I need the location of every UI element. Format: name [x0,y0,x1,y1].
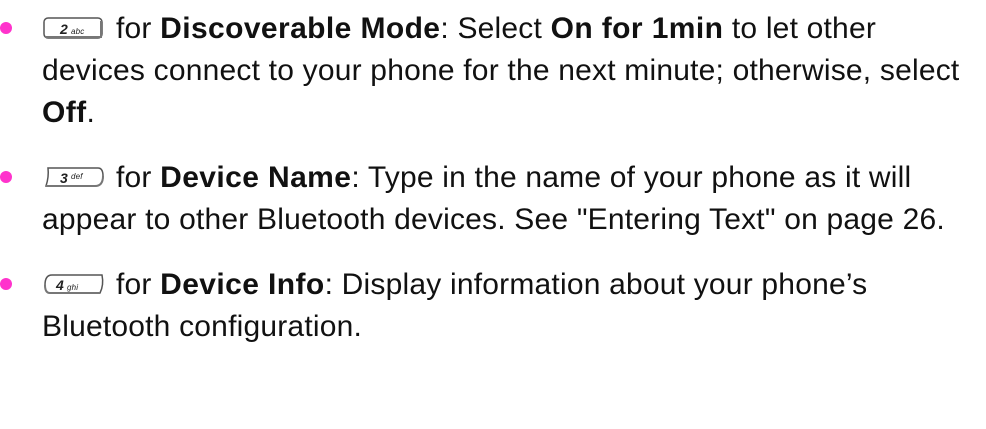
svg-text:4: 4 [55,277,64,293]
svg-text:abc: abc [71,27,85,36]
4ghi-key-icon: 4 ghi [42,271,106,297]
bullet-dot [0,22,12,34]
svg-text:2: 2 [59,21,68,37]
svg-text:def: def [71,172,83,181]
option-on-for-1min: On for 1min [550,12,724,45]
term-discoverable-mode: Discoverable Mode [160,12,441,45]
item-text: : Select [440,12,551,45]
bullet-dot [0,278,12,290]
list-item-device-info: 4 ghi for Device Info: Display informati… [0,264,986,348]
term-device-info: Device Info [160,268,325,301]
item-prefix: for [116,12,161,45]
item-end: . [86,96,96,129]
bullet-list: 2 abc for Discoverable Mode: Select On f… [0,0,986,348]
list-item-discoverable-mode: 2 abc for Discoverable Mode: Select On f… [0,8,986,134]
item-prefix: for [116,161,161,194]
item-prefix: for [116,268,161,301]
svg-text:ghi: ghi [67,283,78,292]
bullet-dot [0,171,12,183]
term-device-name: Device Name [160,161,352,194]
2abc-key-icon: 2 abc [42,15,106,41]
option-off: Off [42,96,87,129]
list-item-device-name: 3 def for Device Name: Type in the name … [0,157,986,241]
3def-key-icon: 3 def [42,164,106,190]
svg-text:3: 3 [60,170,68,186]
